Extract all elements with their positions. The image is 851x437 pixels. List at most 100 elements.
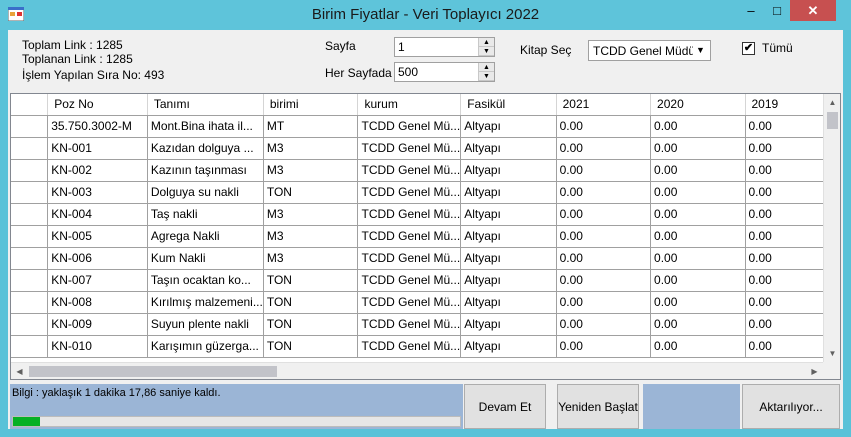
table-cell[interactable]: TON [263,313,359,336]
row-header[interactable] [11,335,49,358]
per-page-value[interactable]: 500 [398,65,418,79]
table-cell[interactable]: 0.00 [556,247,652,270]
table-cell[interactable]: TCDD Genel Mü... [357,335,462,358]
table-row[interactable]: KN-004 Taş nakli M3 TCDD Genel Mü... Altyapı… [11,203,840,226]
row-header[interactable] [11,137,49,160]
table-cell[interactable]: TON [263,335,359,358]
table-cell[interactable]: TCDD Genel Mü... [357,225,462,248]
row-header[interactable] [11,291,49,314]
vertical-scroll-thumb[interactable] [827,112,838,129]
table-cell[interactable]: Agrega Nakli [147,225,264,248]
table-cell[interactable]: Taşın ocaktan ko... [147,269,264,292]
table-row[interactable]: KN-008 Kırılmış malzemeni... TON TCDD Genel… [11,291,840,314]
scroll-right-icon[interactable]: ▶ [806,363,823,379]
table-cell[interactable]: 0.00 [556,115,652,138]
table-cell[interactable]: TCDD Genel Mü... [357,269,462,292]
table-row[interactable]: 35.750.3002-M Mont.Bina ihata il... MT TCDD… [11,115,840,138]
column-header[interactable]: 2020 [650,94,746,116]
table-cell[interactable]: 0.00 [556,269,652,292]
table-cell[interactable]: 0.00 [556,203,652,226]
close-icon[interactable]: ✕ [790,0,836,21]
scroll-up-icon[interactable]: ▲ [824,94,840,111]
table-cell[interactable]: KN-002 [47,159,148,182]
table-cell[interactable]: KN-005 [47,225,148,248]
table-cell[interactable]: 0.00 [650,159,746,182]
column-header[interactable]: 2021 [556,94,652,116]
table-cell[interactable]: TCDD Genel Mü... [357,313,462,336]
table-cell[interactable]: TCDD Genel Mü... [357,159,462,182]
table-cell[interactable]: 0.00 [556,291,652,314]
row-header[interactable] [11,181,49,204]
row-header[interactable] [11,313,49,336]
restart-button[interactable]: Yeniden Başlat [557,384,639,429]
table-cell[interactable]: 35.750.3002-M [47,115,148,138]
table-cell[interactable]: M3 [263,159,359,182]
table-cell[interactable]: M3 [263,137,359,160]
all-checkbox-label[interactable]: Tümü [762,41,793,55]
vertical-scrollbar[interactable]: ▲ ▼ [823,94,840,362]
table-cell[interactable]: KN-010 [47,335,148,358]
table-cell[interactable]: Altyapı [460,313,557,336]
table-cell[interactable]: 0.00 [650,313,746,336]
table-cell[interactable]: 0.00 [650,291,746,314]
row-header[interactable] [11,247,49,270]
table-cell[interactable]: MT [263,115,359,138]
table-cell[interactable]: 0.00 [556,313,652,336]
table-cell[interactable]: Altyapı [460,335,557,358]
row-header[interactable] [11,159,49,182]
table-cell[interactable]: Altyapı [460,225,557,248]
table-cell[interactable]: TCDD Genel Mü... [357,247,462,270]
row-header[interactable] [11,203,49,226]
table-cell[interactable]: KN-004 [47,203,148,226]
table-cell[interactable]: Altyapı [460,181,557,204]
table-cell[interactable]: 0.00 [650,137,746,160]
table-cell[interactable]: KN-009 [47,313,148,336]
table-cell[interactable]: TCDD Genel Mü... [357,115,462,138]
table-cell[interactable]: 0.00 [650,247,746,270]
minimize-icon[interactable]: – [738,0,764,21]
column-header[interactable]: birimi [263,94,359,116]
table-row[interactable]: KN-001 Kazıdan dolguya ... M3 TCDD Genel Mü… [11,137,840,160]
table-cell[interactable]: 0.00 [650,203,746,226]
table-cell[interactable]: TCDD Genel Mü... [357,137,462,160]
scroll-down-icon[interactable]: ▼ [824,345,840,362]
table-cell[interactable]: Altyapı [460,269,557,292]
table-cell[interactable]: KN-008 [47,291,148,314]
book-select[interactable]: TCDD Genel Müdürlü ▼ [588,40,711,61]
table-cell[interactable]: Kazıdan dolguya ... [147,137,264,160]
table-row[interactable]: KN-005 Agrega Nakli M3 TCDD Genel Mü... Alty… [11,225,840,248]
table-cell[interactable]: Altyapı [460,247,557,270]
maximize-icon[interactable]: □ [764,0,790,21]
table-cell[interactable]: Kum Nakli [147,247,264,270]
table-cell[interactable]: KN-001 [47,137,148,160]
spin-down-icon[interactable]: ▼ [479,72,494,81]
table-cell[interactable]: TON [263,269,359,292]
table-cell[interactable]: TON [263,291,359,314]
table-cell[interactable]: Taş nakli [147,203,264,226]
table-row[interactable]: KN-009 Suyun plente nakli TON TCDD Genel Mü… [11,313,840,336]
table-cell[interactable]: 0.00 [650,181,746,204]
transferring-button[interactable]: Aktarılıyor... [742,384,840,429]
table-cell[interactable]: Karışımın güzerga... [147,335,264,358]
table-cell[interactable]: Altyapı [460,203,557,226]
table-cell[interactable]: Kırılmış malzemeni... [147,291,264,314]
table-row[interactable]: KN-007 Taşın ocaktan ko... TON TCDD Genel M… [11,269,840,292]
table-cell[interactable]: KN-003 [47,181,148,204]
column-header[interactable]: Fasikül [460,94,557,116]
table-cell[interactable]: TCDD Genel Mü... [357,181,462,204]
row-header[interactable] [11,269,49,292]
data-grid[interactable]: Poz No Tanımı birimi kurum Fasikül 2021 2020 20… [10,93,841,380]
table-cell[interactable]: M3 [263,225,359,248]
spin-up-icon[interactable]: ▲ [479,63,494,72]
table-cell[interactable]: M3 [263,203,359,226]
table-cell[interactable]: Suyun plente nakli [147,313,264,336]
page-value[interactable]: 1 [398,40,405,54]
table-row[interactable]: KN-002 Kazının taşınması M3 TCDD Genel Mü..… [11,159,840,182]
column-header[interactable]: kurum [357,94,462,116]
row-header[interactable] [11,225,49,248]
table-cell[interactable]: Altyapı [460,115,557,138]
table-cell[interactable]: KN-006 [47,247,148,270]
continue-button[interactable]: Devam Et [464,384,546,429]
spin-down-icon[interactable]: ▼ [479,47,494,56]
table-row[interactable]: KN-006 Kum Nakli M3 TCDD Genel Mü... Altyapı… [11,247,840,270]
